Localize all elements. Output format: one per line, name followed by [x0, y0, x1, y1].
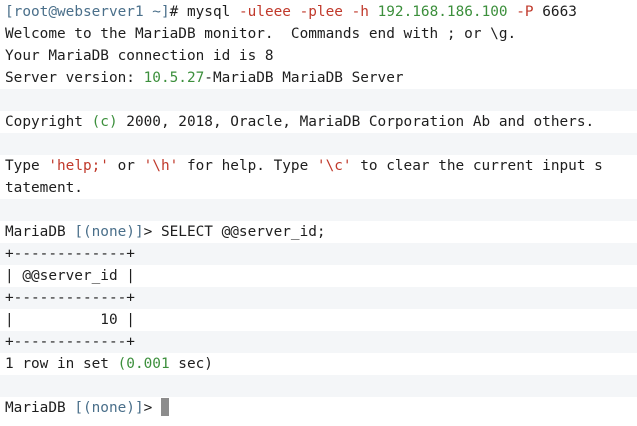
- table-border: +-------------+: [0, 331, 637, 353]
- current-database: [(none)]: [74, 400, 144, 416]
- copyright-prefix: Copyright: [5, 114, 92, 130]
- prompt-close-bracket: ]: [160, 4, 170, 20]
- shell-command-line: [root@webserver1 ~]# mysql -uleee -plee …: [0, 1, 637, 23]
- copyright-symbol: (c): [91, 114, 118, 130]
- version-prefix: Server version:: [5, 70, 144, 86]
- table-row: | 10 |: [0, 309, 637, 331]
- flag-user: -uleee: [238, 4, 291, 20]
- help-text: or: [108, 158, 144, 174]
- result-summary: 1 row in set (0.001 sec): [0, 353, 637, 375]
- command-name: mysql: [186, 4, 239, 20]
- summary-prefix: 1 row in set: [5, 356, 118, 372]
- help-text: Type: [5, 158, 49, 174]
- table-header: | @@server_id |: [0, 265, 637, 287]
- current-database: [(none)]: [74, 224, 144, 240]
- summary-suffix: sec): [169, 356, 213, 372]
- mariadb-prompt-label: MariaDB: [5, 224, 75, 240]
- table-border: +-------------+: [0, 243, 637, 265]
- prompt-end: >: [143, 224, 161, 240]
- text-cursor[interactable]: [160, 398, 169, 416]
- help-text: to clear the current input s: [351, 158, 603, 174]
- port-number: 6663: [533, 4, 577, 20]
- version-suffix: -MariaDB MariaDB Server: [204, 70, 404, 86]
- clear-shortcut-string: '\c': [316, 158, 352, 174]
- query-line: MariaDB [(none)]> SELECT @@server_id;: [0, 221, 637, 243]
- prompt-symbol: #: [169, 4, 187, 20]
- help-line: Type 'help;' or '\h' for help. Type '\c'…: [0, 155, 637, 177]
- help-text: for help. Type: [178, 158, 317, 174]
- host-address: 192.168.186.100: [377, 4, 508, 20]
- blank-line: [0, 199, 637, 221]
- copyright-line: Copyright (c) 2000, 2018, Oracle, MariaD…: [0, 111, 637, 133]
- blank-line: [0, 89, 637, 111]
- query-time: (0.001: [117, 356, 170, 372]
- sql-statement: SELECT @@server_id;: [160, 224, 326, 240]
- prompt-end: >: [143, 400, 161, 416]
- input-line[interactable]: MariaDB [(none)]>: [0, 397, 637, 419]
- server-version-line: Server version: 10.5.27-MariaDB MariaDB …: [0, 67, 637, 89]
- help-line-wrap: tatement.: [0, 177, 637, 199]
- blank-line: [0, 133, 637, 155]
- prompt-open-bracket: [: [5, 4, 14, 20]
- help-string: 'help;': [48, 158, 109, 174]
- copyright-rest: 2000, 2018, Oracle, MariaDB Corporation …: [117, 114, 595, 130]
- prompt-user-host: root@webserver1 ~: [13, 4, 161, 20]
- flag-host: -h: [351, 4, 369, 20]
- terminal-window[interactable]: [root@webserver1 ~]# mysql -uleee -plee …: [0, 0, 637, 426]
- flag-port: -P: [516, 4, 534, 20]
- mariadb-prompt-label: MariaDB: [5, 400, 75, 416]
- connection-id-line: Your MariaDB connection id is 8: [0, 45, 637, 67]
- help-shortcut-string: '\h': [143, 158, 179, 174]
- table-border: +-------------+: [0, 287, 637, 309]
- version-number: 10.5.27: [143, 70, 205, 86]
- flag-password: -plee: [299, 4, 343, 20]
- welcome-line: Welcome to the MariaDB monitor. Commands…: [0, 23, 637, 45]
- blank-line: [0, 375, 637, 397]
